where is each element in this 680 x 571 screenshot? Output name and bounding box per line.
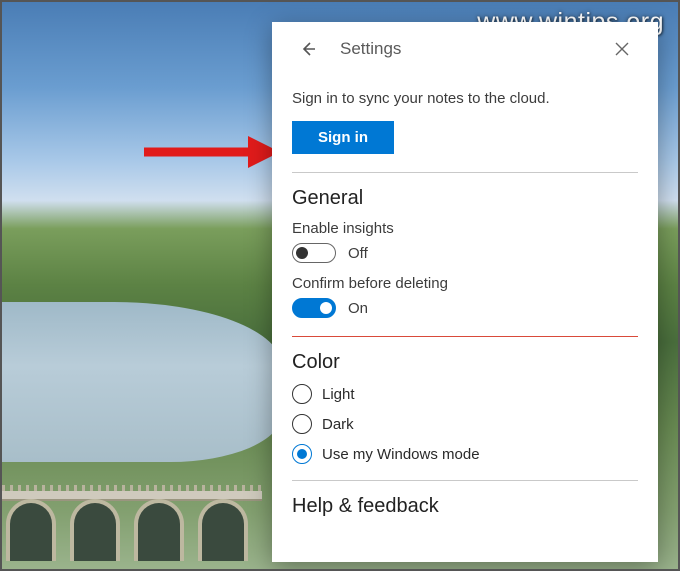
toggle-state-label: Off [348, 245, 368, 262]
radio-label: Light [322, 386, 355, 403]
divider [292, 480, 638, 481]
confirm-delete-toggle[interactable] [292, 298, 336, 318]
setting-label: Confirm before deleting [292, 275, 638, 292]
panel-header: Settings [292, 22, 638, 76]
desktop-background: www.wintips.org Settings Sign in to sync… [0, 0, 680, 571]
radio-icon [292, 414, 312, 434]
radio-icon [292, 444, 312, 464]
radio-icon [292, 384, 312, 404]
color-option-windows-mode[interactable]: Use my Windows mode [292, 444, 638, 464]
decorative-lake [2, 302, 282, 462]
insights-toggle[interactable] [292, 243, 336, 263]
close-button[interactable] [606, 33, 638, 65]
setting-enable-insights: Enable insights Off [292, 220, 638, 263]
settings-panel: Settings Sign in to sync your notes to t… [272, 22, 658, 562]
setting-label: Enable insights [292, 220, 638, 237]
decorative-bridge [2, 491, 262, 561]
arrow-left-icon [299, 40, 317, 58]
sync-prompt-text: Sign in to sync your notes to the cloud. [292, 90, 638, 107]
annotation-arrow-icon [140, 132, 280, 172]
color-option-dark[interactable]: Dark [292, 414, 638, 434]
divider [292, 336, 638, 337]
sign-in-button[interactable]: Sign in [292, 121, 394, 154]
color-option-light[interactable]: Light [292, 384, 638, 404]
section-heading-help: Help & feedback [292, 495, 638, 518]
back-button[interactable] [292, 33, 324, 65]
radio-label: Use my Windows mode [322, 446, 480, 463]
setting-confirm-delete: Confirm before deleting On [292, 275, 638, 318]
section-heading-color: Color [292, 351, 638, 374]
panel-title: Settings [340, 39, 401, 59]
radio-label: Dark [322, 416, 354, 433]
section-heading-general: General [292, 187, 638, 210]
divider [292, 172, 638, 173]
toggle-state-label: On [348, 300, 368, 317]
close-icon [615, 42, 629, 56]
color-radio-group: Light Dark Use my Windows mode [292, 384, 638, 464]
